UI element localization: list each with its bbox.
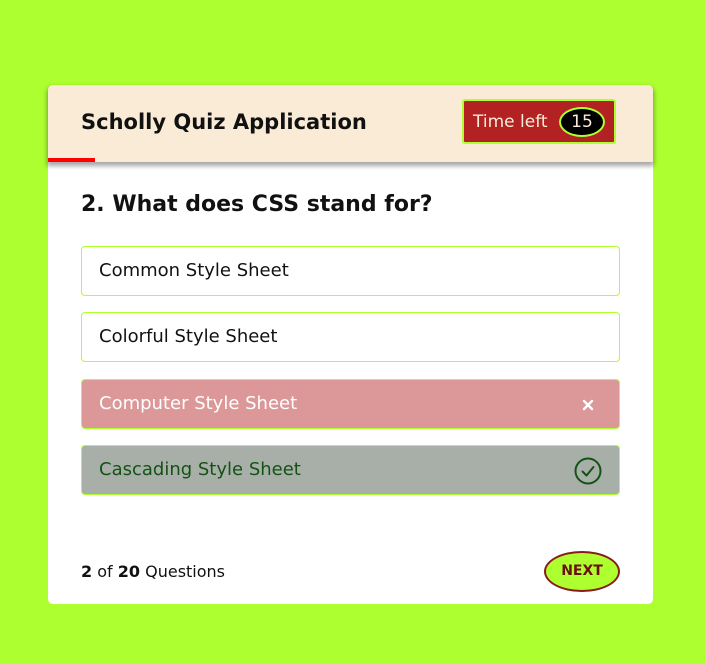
option-label: Computer Style Sheet xyxy=(99,393,298,414)
timer-label: Time left xyxy=(473,112,548,132)
quiz-box: Scholly Quiz Application Time left 15 2.… xyxy=(48,85,653,604)
current-question-number: 2 xyxy=(81,562,93,581)
question-text: 2. What does CSS stand for? xyxy=(81,192,433,217)
quiz-header: Scholly Quiz Application Time left 15 xyxy=(48,85,653,162)
option-label: Common Style Sheet xyxy=(99,260,289,281)
question-counter: 2 of 20 Questions xyxy=(81,562,225,581)
app-title: Scholly Quiz Application xyxy=(81,110,367,134)
option-label: Cascading Style Sheet xyxy=(99,459,301,480)
option-colorful-style-sheet[interactable]: Colorful Style Sheet xyxy=(81,312,620,362)
of-text: of xyxy=(97,562,113,581)
option-label: Colorful Style Sheet xyxy=(99,326,278,347)
timer: Time left 15 xyxy=(462,99,616,144)
check-circle-icon xyxy=(574,457,602,485)
option-computer-style-sheet[interactable]: Computer Style Sheet xyxy=(81,379,620,429)
cross-icon xyxy=(574,391,602,419)
option-common-style-sheet[interactable]: Common Style Sheet xyxy=(81,246,620,296)
total-questions-number: 20 xyxy=(117,562,141,581)
time-progress-line xyxy=(48,158,95,162)
timer-seconds: 15 xyxy=(559,107,605,137)
questions-text: Questions xyxy=(145,562,226,581)
next-button[interactable]: NEXT xyxy=(544,551,620,592)
option-cascading-style-sheet[interactable]: Cascading Style Sheet xyxy=(81,445,620,495)
